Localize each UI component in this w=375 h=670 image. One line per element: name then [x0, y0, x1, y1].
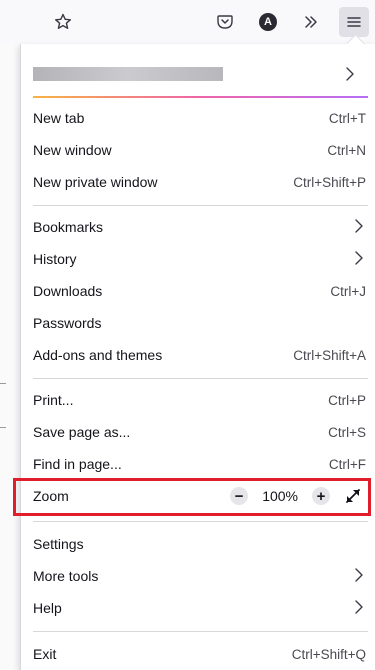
menu-item-history[interactable]: History [33, 244, 366, 274]
menu-item-shortcut: Ctrl+N [327, 142, 366, 158]
menu-item-label: Downloads [33, 283, 103, 299]
menu-item-shortcut: Ctrl+P [328, 392, 366, 408]
menu-item-label: Print... [33, 392, 74, 408]
menu-item-label: Bookmarks [33, 219, 104, 235]
zoom-value[interactable]: 100% [262, 488, 298, 504]
app-menu-panel: New tab Ctrl+T New window Ctrl+N New pri… [20, 34, 375, 670]
account-accent-line [33, 96, 368, 98]
menu-separator [33, 631, 368, 632]
overflow-icon[interactable] [296, 7, 326, 37]
menu-icon[interactable] [339, 7, 369, 37]
menu-item-label: New tab [33, 110, 85, 126]
chevron-right-icon [354, 250, 364, 269]
background-divider [0, 383, 6, 384]
menu-item-label: Help [33, 600, 62, 616]
chevron-right-icon [354, 599, 364, 618]
menu-item-label: New private window [33, 174, 158, 190]
menu-item-shortcut: Ctrl+J [330, 283, 366, 299]
menu-item-label: Exit [33, 646, 57, 662]
menu-item-label: New window [33, 142, 112, 158]
menu-item-help[interactable]: Help [33, 593, 366, 623]
menu-item-label: More tools [33, 568, 99, 584]
menu-item-passwords[interactable]: Passwords [33, 308, 366, 338]
menu-item-label: History [33, 251, 77, 267]
account-name-redacted [33, 67, 223, 81]
zoom-label: Zoom [33, 488, 69, 504]
menu-separator [33, 378, 368, 379]
chevron-right-icon [354, 218, 364, 237]
menu-item-new-tab[interactable]: New tab Ctrl+T [33, 103, 366, 133]
menu-item-label: Find in page... [33, 456, 122, 472]
menu-item-find-in-page[interactable]: Find in page... Ctrl+F [33, 449, 366, 479]
fullscreen-icon[interactable] [344, 487, 362, 505]
menu-item-print[interactable]: Print... Ctrl+P [33, 385, 366, 415]
menu-item-downloads[interactable]: Downloads Ctrl+J [33, 276, 366, 306]
zoom-in-button[interactable]: + [312, 487, 330, 505]
menu-item-new-private-window[interactable]: New private window Ctrl+Shift+P [33, 167, 366, 197]
menu-item-addons[interactable]: Add-ons and themes Ctrl+Shift+A [33, 340, 366, 370]
menu-item-label: Passwords [33, 315, 102, 331]
menu-item-shortcut: Ctrl+T [328, 110, 366, 126]
menu-item-exit[interactable]: Exit Ctrl+Shift+Q [33, 639, 366, 669]
account-icon[interactable]: A [253, 7, 283, 37]
menu-item-more-tools[interactable]: More tools [33, 561, 366, 591]
menu-item-label: Add-ons and themes [33, 347, 163, 363]
pocket-icon[interactable] [210, 7, 240, 37]
menu-item-bookmarks[interactable]: Bookmarks [33, 212, 366, 242]
menu-separator [33, 521, 368, 522]
background-page [0, 44, 20, 670]
menu-item-save-page[interactable]: Save page as... Ctrl+S [33, 417, 366, 447]
menu-item-shortcut: Ctrl+F [328, 456, 366, 472]
menu-item-new-window[interactable]: New window Ctrl+N [33, 135, 366, 165]
menu-item-shortcut: Ctrl+Shift+P [293, 174, 366, 190]
menu-item-shortcut: Ctrl+Shift+A [293, 347, 366, 363]
chevron-right-icon [354, 567, 364, 586]
menu-separator [33, 205, 368, 206]
browser-toolbar: A [0, 0, 375, 44]
chevron-right-icon [344, 65, 356, 83]
background-divider [0, 427, 6, 428]
menu-item-label: Settings [33, 536, 84, 552]
zoom-controls: − 100% + [230, 487, 362, 505]
menu-item-zoom: Zoom − 100% + [33, 481, 366, 511]
menu-item-label: Save page as... [33, 424, 131, 440]
menu-item-shortcut: Ctrl+S [328, 424, 366, 440]
star-icon[interactable] [48, 7, 78, 37]
account-row[interactable] [33, 61, 368, 87]
menu-item-shortcut: Ctrl+Shift+Q [291, 646, 366, 662]
menu-item-settings[interactable]: Settings [33, 529, 366, 559]
zoom-out-button[interactable]: − [230, 487, 249, 505]
avatar: A [259, 13, 277, 31]
